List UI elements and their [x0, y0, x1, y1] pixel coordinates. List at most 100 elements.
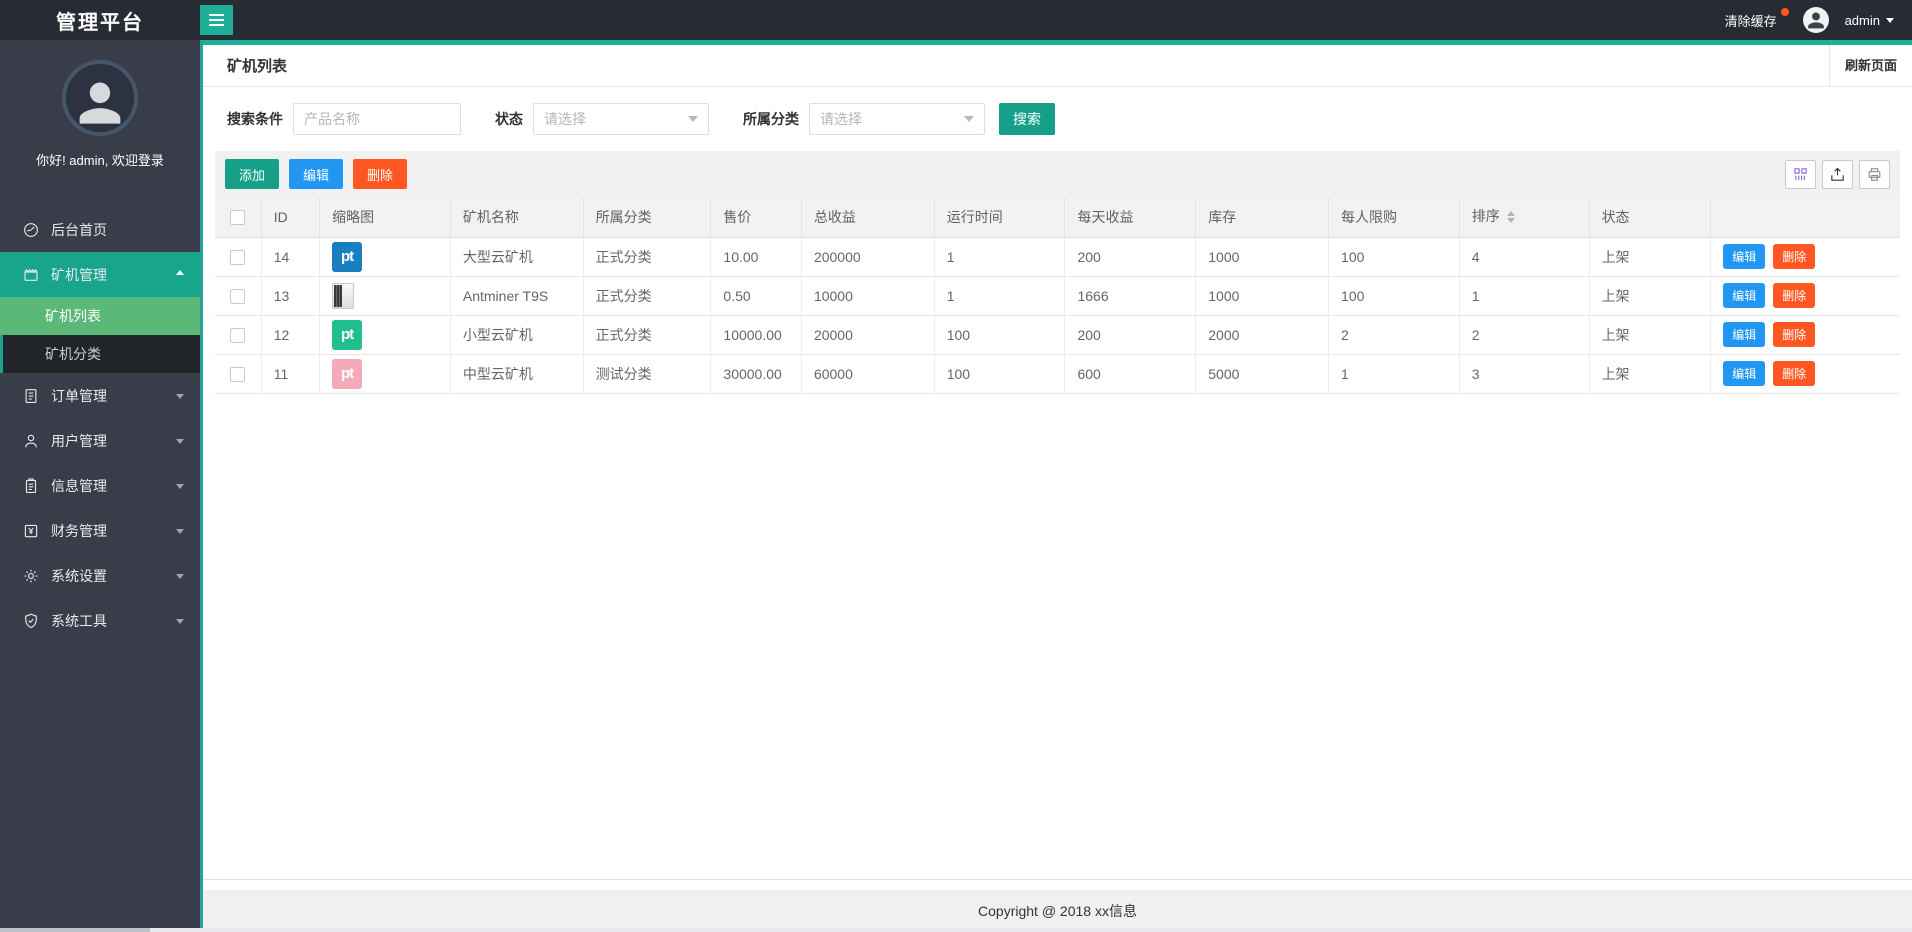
cell-actions: 编辑删除: [1711, 276, 1900, 315]
cell-name: Antminer T9S: [450, 276, 583, 315]
cell-thumb: pt: [320, 354, 451, 393]
row-delete-button[interactable]: 删除: [1773, 322, 1815, 347]
dashboard-icon: [22, 221, 40, 239]
column-header: 运行时间: [934, 197, 1065, 237]
table-row: 14pt大型云矿机正式分类10.00200000120010001004上架编辑…: [215, 237, 1900, 276]
sidebar-profile: 你好! admin, 欢迎登录: [0, 40, 200, 169]
row-checkbox[interactable]: [230, 367, 245, 382]
user-avatar-icon[interactable]: [1803, 7, 1829, 33]
row-checkbox[interactable]: [230, 328, 245, 343]
select-all-checkbox[interactable]: [230, 210, 245, 225]
columns-icon[interactable]: [1785, 160, 1816, 189]
scrollbar-thumb[interactable]: [0, 928, 150, 932]
cell-price: 30000.00: [711, 354, 802, 393]
cell-actions: 编辑删除: [1711, 315, 1900, 354]
chevron-down-icon: [176, 439, 184, 448]
toolbar: 添加 编辑 删除: [215, 151, 1900, 197]
copyright-text: Copyright @ 2018 xx信息: [978, 903, 1137, 919]
sidebar-subitem[interactable]: 矿机分类: [3, 335, 200, 373]
cell-run_time: 100: [934, 315, 1065, 354]
sidebar-item-tools[interactable]: 系统工具: [0, 598, 200, 643]
sidebar-item-miner-box[interactable]: 矿机管理: [0, 252, 200, 297]
cell-stock: 1000: [1196, 237, 1329, 276]
search-button[interactable]: 搜索: [999, 103, 1055, 135]
cell-checkbox: [215, 354, 261, 393]
sidebar-subitem[interactable]: 矿机列表: [0, 297, 200, 335]
miner-box-icon: [22, 266, 40, 284]
cell-name: 小型云矿机: [450, 315, 583, 354]
sidebar-nav: 后台首页矿机管理矿机列表矿机分类订单管理用户管理信息管理财务管理系统设置系统工具: [0, 207, 200, 643]
row-delete-button[interactable]: 删除: [1773, 244, 1815, 269]
page-header: 矿机列表 刷新页面: [203, 45, 1912, 87]
sidebar-item-users[interactable]: 用户管理: [0, 418, 200, 463]
row-delete-button[interactable]: 删除: [1773, 361, 1815, 386]
sidebar-item-settings[interactable]: 系统设置: [0, 553, 200, 598]
table-wrap: ID缩略图矿机名称所属分类售价总收益运行时间每天收益库存每人限购排序状态 14p…: [215, 197, 1900, 394]
column-header: ID: [261, 197, 319, 237]
cell-per_user_limit: 1: [1329, 354, 1460, 393]
sidebar-item-label: 系统工具: [51, 611, 107, 631]
sidebar-item-orders[interactable]: 订单管理: [0, 373, 200, 418]
sidebar-item-dashboard[interactable]: 后台首页: [0, 207, 200, 252]
table-header-row: ID缩略图矿机名称所属分类售价总收益运行时间每天收益库存每人限购排序状态: [215, 197, 1900, 237]
row-edit-button[interactable]: 编辑: [1723, 244, 1765, 269]
status-select[interactable]: 请选择: [533, 103, 709, 135]
row-checkbox[interactable]: [230, 289, 245, 304]
column-header[interactable]: 排序: [1459, 197, 1589, 237]
horizontal-scrollbar[interactable]: [0, 928, 1912, 932]
greeting-text: 你好! admin, 欢迎登录: [0, 150, 200, 169]
delete-button[interactable]: 删除: [353, 159, 407, 189]
row-checkbox[interactable]: [230, 250, 245, 265]
orders-icon: [22, 387, 40, 405]
cell-run_time: 1: [934, 276, 1065, 315]
sort-icon[interactable]: [1507, 207, 1515, 227]
footer: Copyright @ 2018 xx信息: [203, 890, 1912, 932]
cell-price: 0.50: [711, 276, 802, 315]
row-edit-button[interactable]: 编辑: [1723, 283, 1765, 308]
cell-stock: 5000: [1196, 354, 1329, 393]
table-row: 13Antminer T9S正式分类0.50100001166610001001…: [215, 276, 1900, 315]
product-name-input[interactable]: [293, 103, 461, 135]
cell-id: 13: [261, 276, 319, 315]
sidebar-item-label: 信息管理: [51, 476, 107, 496]
sidebar-item-finance[interactable]: 财务管理: [0, 508, 200, 553]
row-edit-button[interactable]: 编辑: [1723, 322, 1765, 347]
product-thumbnail: pt: [332, 359, 362, 389]
cell-id: 11: [261, 354, 319, 393]
user-menu[interactable]: admin: [1845, 13, 1894, 28]
category-select[interactable]: 请选择: [809, 103, 985, 135]
cell-run_time: 1: [934, 237, 1065, 276]
row-delete-button[interactable]: 删除: [1773, 283, 1815, 308]
export-icon[interactable]: [1822, 160, 1853, 189]
chevron-down-icon: [176, 529, 184, 538]
chevron-down-icon: [176, 484, 184, 493]
cell-category: 正式分类: [583, 315, 711, 354]
table-row: 12pt小型云矿机正式分类10000.0020000100200200022上架…: [215, 315, 1900, 354]
column-header: 库存: [1196, 197, 1329, 237]
settings-icon: [22, 567, 40, 585]
finance-icon: [22, 522, 40, 540]
select-all-header: [215, 197, 261, 237]
cell-daily_income: 200: [1065, 315, 1196, 354]
cell-per_user_limit: 100: [1329, 276, 1460, 315]
cell-status: 上架: [1589, 237, 1711, 276]
print-icon[interactable]: [1859, 160, 1890, 189]
add-button[interactable]: 添加: [225, 159, 279, 189]
cell-total_income: 200000: [801, 237, 934, 276]
clear-cache-button[interactable]: 清除缓存: [1725, 11, 1787, 30]
column-header: 状态: [1589, 197, 1711, 237]
cell-per_user_limit: 2: [1329, 315, 1460, 354]
category-label: 所属分类: [743, 109, 799, 129]
cell-category: 正式分类: [583, 237, 711, 276]
sidebar: 你好! admin, 欢迎登录 后台首页矿机管理矿机列表矿机分类订单管理用户管理…: [0, 40, 200, 932]
cell-thumb: pt: [320, 237, 451, 276]
column-header: 每人限购: [1329, 197, 1460, 237]
edit-button[interactable]: 编辑: [289, 159, 343, 189]
sidebar-item-info[interactable]: 信息管理: [0, 463, 200, 508]
refresh-page-button[interactable]: 刷新页面: [1829, 45, 1912, 87]
sidebar-toggle-button[interactable]: [200, 5, 233, 35]
cell-checkbox: [215, 237, 261, 276]
cell-run_time: 100: [934, 354, 1065, 393]
row-edit-button[interactable]: 编辑: [1723, 361, 1765, 386]
cell-total_income: 10000: [801, 276, 934, 315]
